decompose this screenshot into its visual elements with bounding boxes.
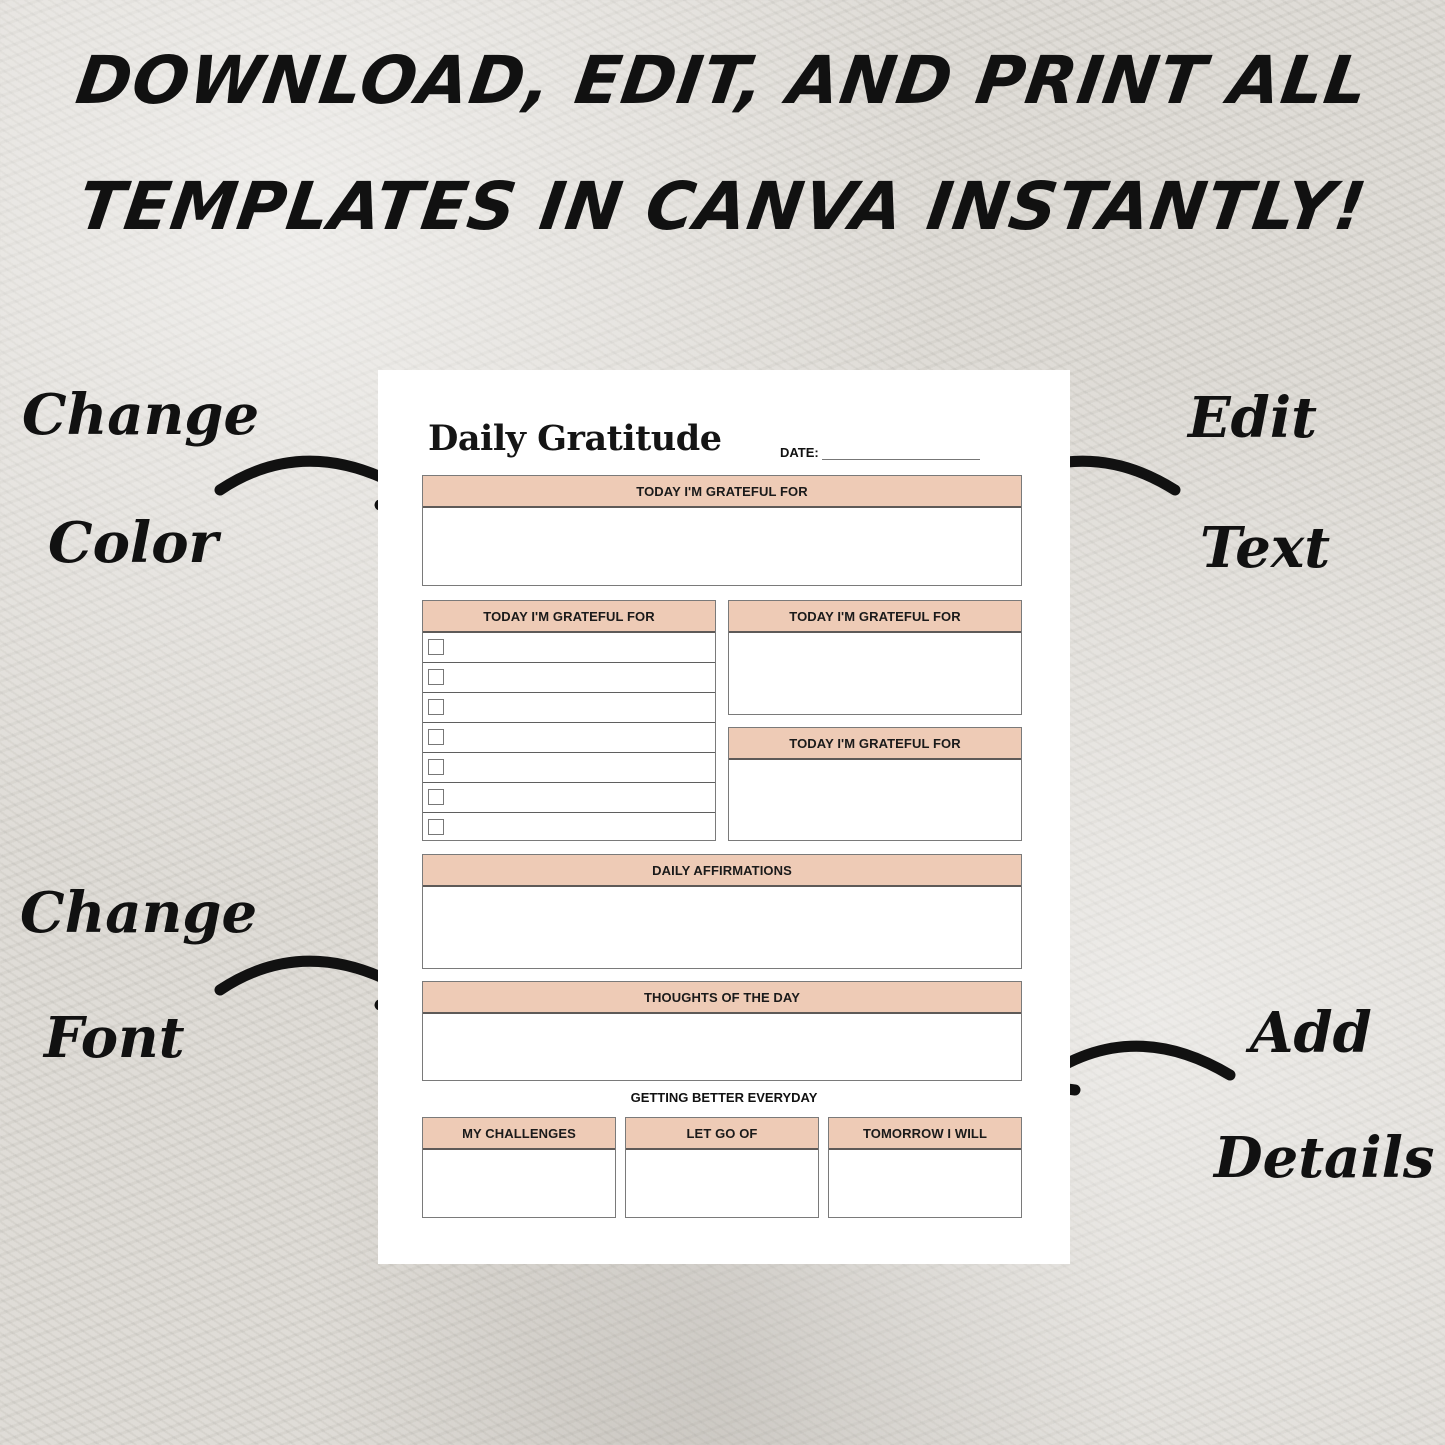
template-sheet: Daily Gratitude DATE: TODAY I'M GRATEFUL… bbox=[378, 370, 1070, 1264]
headline-line-2: TEMPLATES IN CANVA INSTANTLY! bbox=[73, 168, 1372, 245]
checkbox[interactable] bbox=[428, 819, 444, 835]
right-bottom-grateful-box[interactable]: TODAY I'M GRATEFUL FOR bbox=[728, 727, 1022, 841]
box-header: TODAY I'M GRATEFUL FOR bbox=[423, 601, 715, 633]
checklist-row[interactable] bbox=[423, 663, 715, 693]
checkbox[interactable] bbox=[428, 699, 444, 715]
template-title: Daily Gratitude bbox=[428, 418, 722, 459]
annotation-change-font-1: Change bbox=[20, 880, 258, 946]
right-top-grateful-box[interactable]: TODAY I'M GRATEFUL FOR bbox=[728, 600, 1022, 715]
box-header: DAILY AFFIRMATIONS bbox=[423, 855, 1021, 887]
annotation-add: Add bbox=[1250, 1000, 1372, 1066]
box-header: TODAY I'M GRATEFUL FOR bbox=[729, 728, 1021, 760]
checkbox[interactable] bbox=[428, 759, 444, 775]
affirmations-box[interactable]: DAILY AFFIRMATIONS bbox=[422, 854, 1022, 969]
challenges-box[interactable]: MY CHALLENGES bbox=[422, 1117, 616, 1218]
annotation-text: Text bbox=[1200, 515, 1331, 581]
checklist bbox=[423, 633, 715, 843]
headline-line-1: DOWNLOAD, EDIT, AND PRINT ALL bbox=[71, 42, 1374, 119]
tomorrow-box[interactable]: TOMORROW I WILL bbox=[828, 1117, 1022, 1218]
checkbox[interactable] bbox=[428, 669, 444, 685]
checklist-row[interactable] bbox=[423, 783, 715, 813]
box-header: TOMORROW I WILL bbox=[829, 1118, 1021, 1150]
annotation-change: Change bbox=[22, 382, 260, 448]
checklist-row[interactable] bbox=[423, 633, 715, 663]
box-header: TODAY I'M GRATEFUL FOR bbox=[729, 601, 1021, 633]
annotation-color: Color bbox=[48, 510, 219, 576]
checklist-row[interactable] bbox=[423, 723, 715, 753]
annotation-font: Font bbox=[44, 1005, 185, 1071]
box-header: MY CHALLENGES bbox=[423, 1118, 615, 1150]
box-header: LET GO OF bbox=[626, 1118, 818, 1150]
checkbox[interactable] bbox=[428, 639, 444, 655]
checkbox[interactable] bbox=[428, 729, 444, 745]
date-label: DATE: bbox=[780, 445, 819, 460]
checklist-box: TODAY I'M GRATEFUL FOR bbox=[422, 600, 716, 841]
section-subtitle: GETTING BETTER EVERYDAY bbox=[630, 1090, 818, 1105]
box-header: THOUGHTS OF THE DAY bbox=[423, 982, 1021, 1014]
checklist-row[interactable] bbox=[423, 753, 715, 783]
annotation-edit: Edit bbox=[1188, 385, 1317, 451]
annotation-details: Details bbox=[1214, 1125, 1435, 1191]
box-header: TODAY I'M GRATEFUL FOR bbox=[423, 476, 1021, 508]
thoughts-box[interactable]: THOUGHTS OF THE DAY bbox=[422, 981, 1022, 1081]
let-go-box[interactable]: LET GO OF bbox=[625, 1117, 819, 1218]
checklist-row[interactable] bbox=[423, 693, 715, 723]
date-field[interactable] bbox=[822, 459, 980, 460]
top-grateful-box[interactable]: TODAY I'M GRATEFUL FOR bbox=[422, 475, 1022, 586]
checkbox[interactable] bbox=[428, 789, 444, 805]
checklist-row[interactable] bbox=[423, 813, 715, 843]
